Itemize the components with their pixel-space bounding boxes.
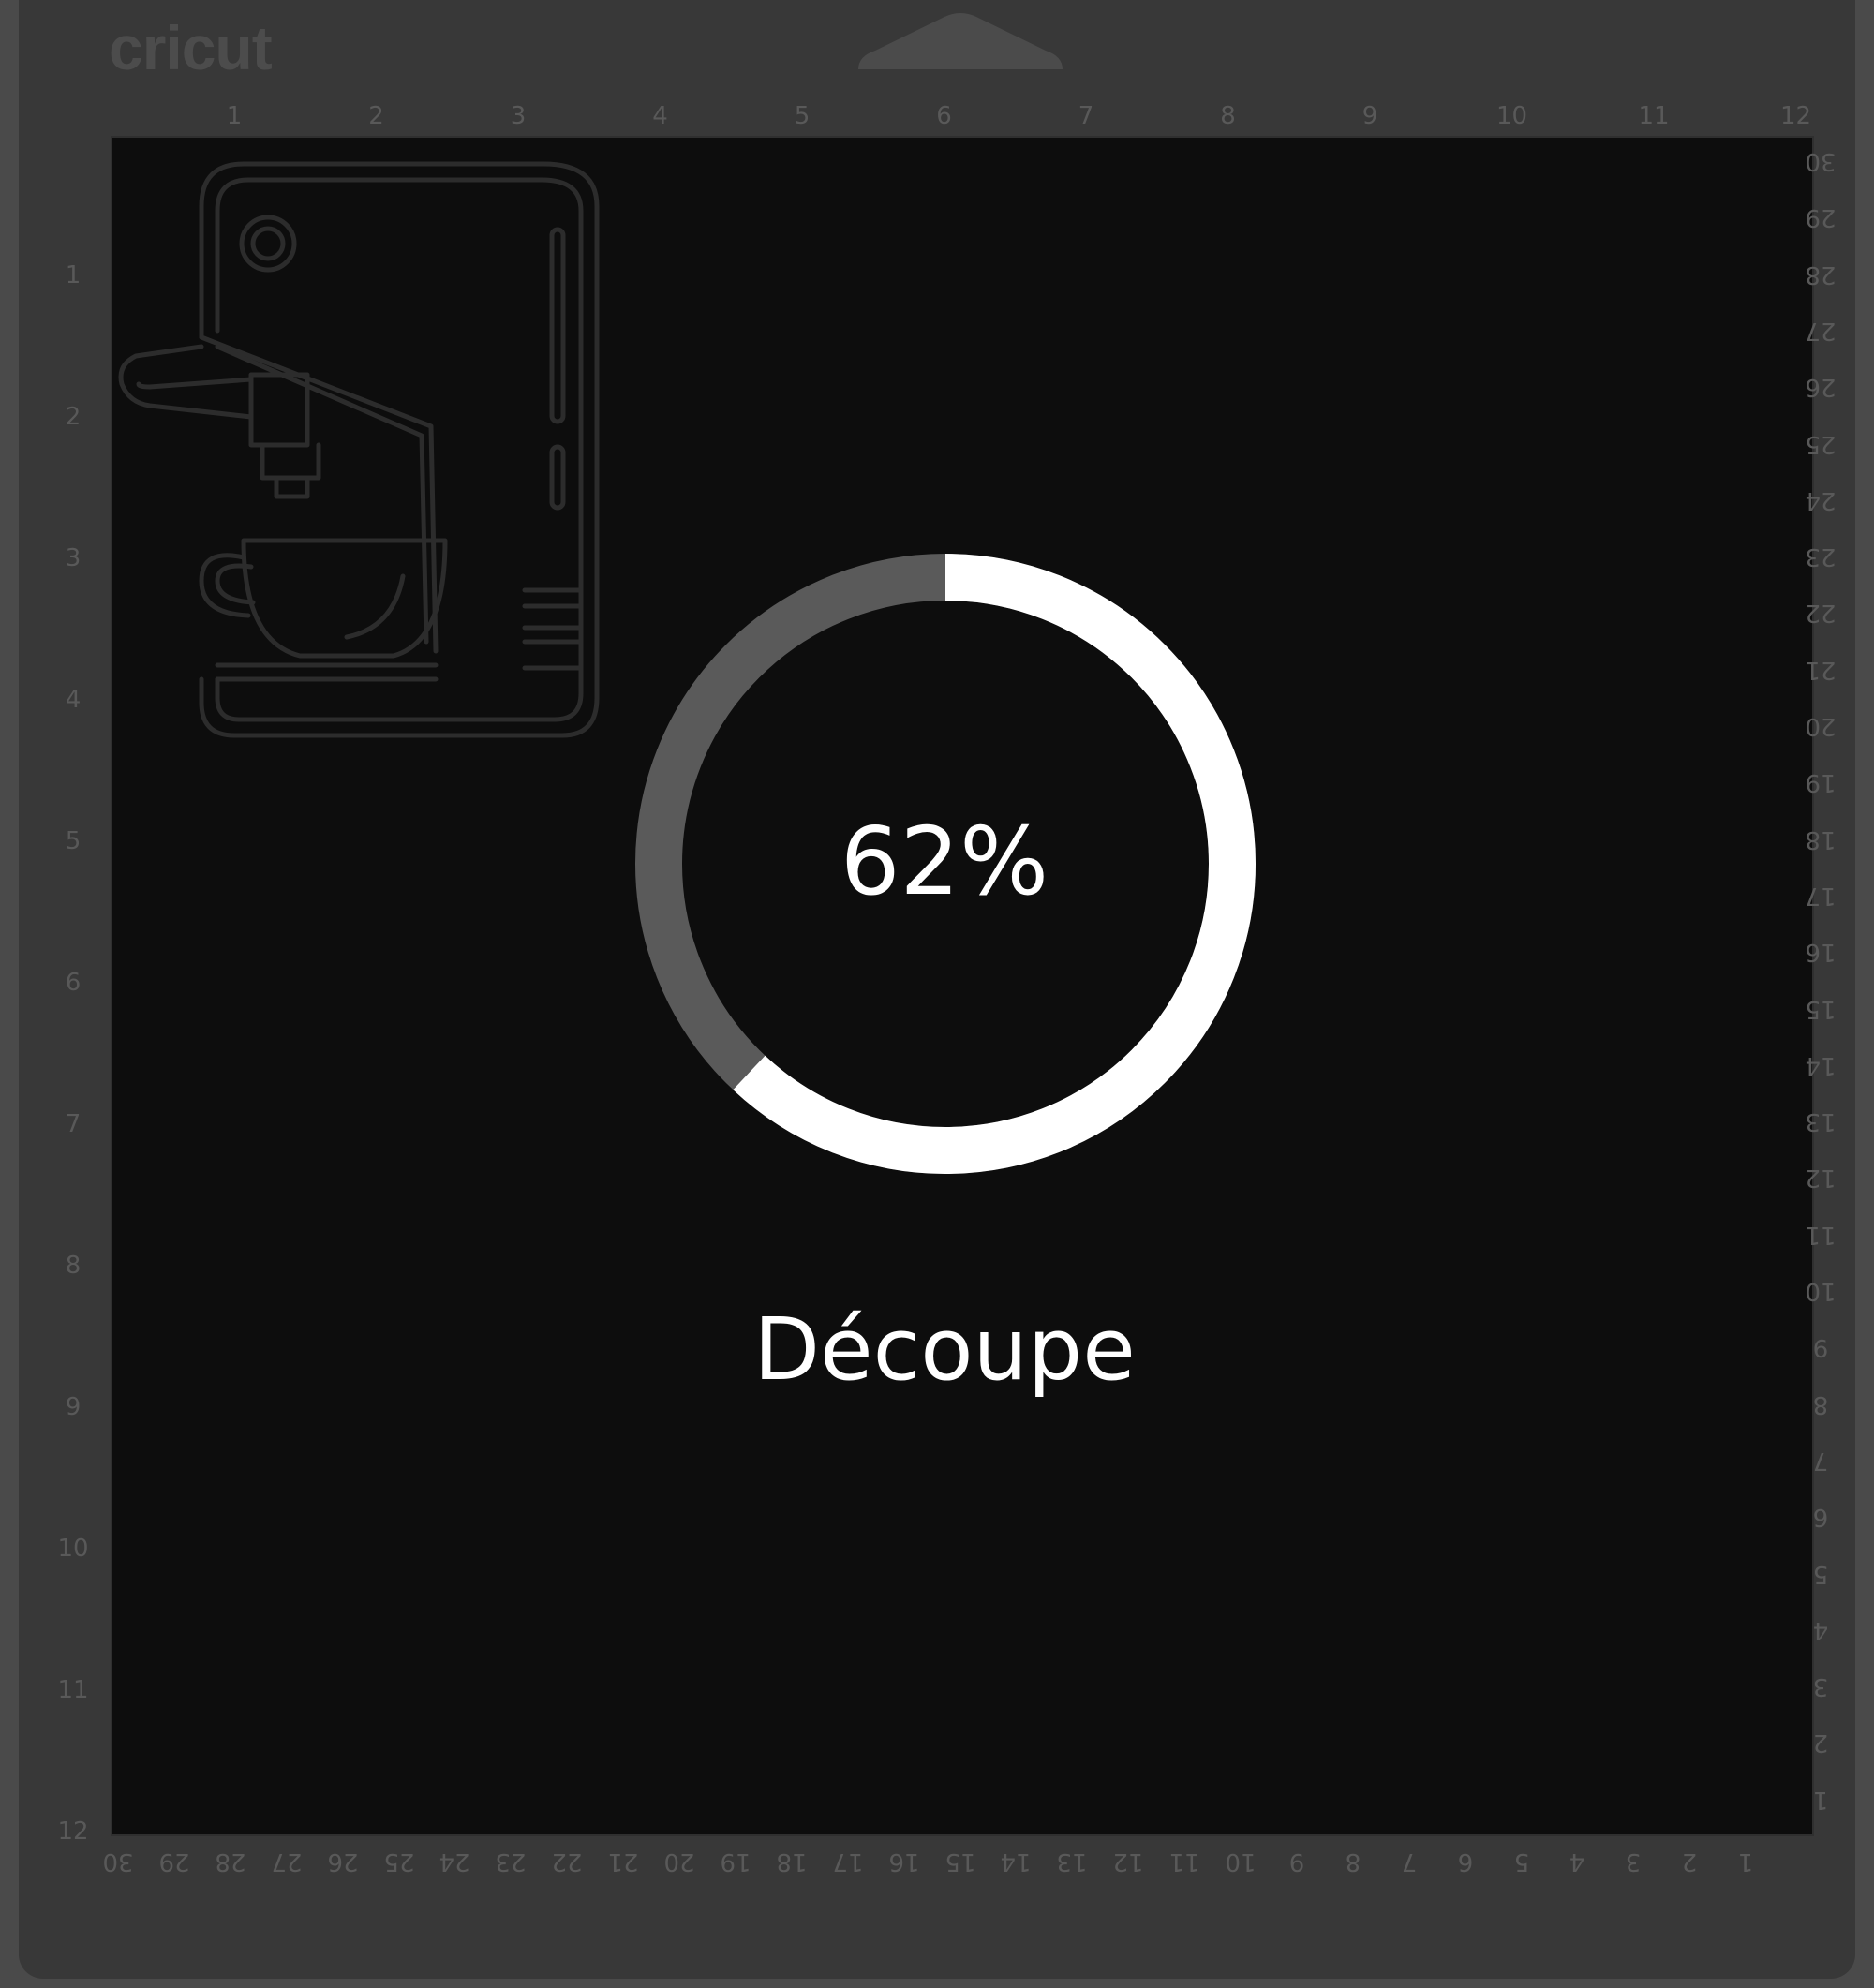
ruler-right-label: 18 bbox=[1805, 824, 1837, 853]
progress-percent: 62% bbox=[840, 807, 1049, 916]
ruler-bottom-label: 18 bbox=[776, 1847, 808, 1876]
ruler-bottom-label: 27 bbox=[271, 1847, 303, 1876]
status-label: Découpe bbox=[753, 1299, 1136, 1400]
ruler-bottom-label: 23 bbox=[495, 1847, 527, 1876]
ruler-right-label: 20 bbox=[1805, 712, 1837, 740]
ruler-left-label: 3 bbox=[65, 544, 82, 572]
ruler-top-label: 6 bbox=[936, 102, 952, 130]
ruler-right-label: 26 bbox=[1805, 373, 1837, 402]
ruler-bottom-label: 26 bbox=[327, 1847, 359, 1876]
ruler-bottom-label: 16 bbox=[888, 1847, 920, 1876]
ruler-right-label: 24 bbox=[1805, 485, 1837, 514]
ruler-left-label: 5 bbox=[65, 827, 82, 855]
ruler-right-label: 3 bbox=[1812, 1672, 1829, 1701]
ruler-bottom-label: 8 bbox=[1345, 1847, 1361, 1876]
ruler-bottom-label: 2 bbox=[1681, 1847, 1698, 1876]
ruler-bottom-label: 25 bbox=[382, 1847, 415, 1876]
ruler-right-label: 21 bbox=[1805, 655, 1837, 684]
ruler-right-label: 6 bbox=[1812, 1503, 1829, 1532]
ruler-left-label: 8 bbox=[65, 1252, 82, 1280]
ruler-right-label: 22 bbox=[1805, 599, 1837, 628]
ruler-left-label: 9 bbox=[65, 1393, 82, 1421]
ruler-bottom-label: 10 bbox=[1225, 1847, 1257, 1876]
ruler-bottom-label: 17 bbox=[832, 1847, 864, 1876]
ruler-left-label: 12 bbox=[57, 1817, 89, 1846]
ruler-bottom-label: 19 bbox=[720, 1847, 751, 1876]
ruler-top-label: 10 bbox=[1495, 102, 1528, 130]
ruler-right-label: 29 bbox=[1805, 203, 1837, 232]
ruler-right-label: 8 bbox=[1812, 1389, 1829, 1418]
ruler-left-label: 4 bbox=[65, 686, 82, 714]
cricut-logo: cricut bbox=[109, 13, 273, 82]
ruler-right-label: 4 bbox=[1812, 1615, 1829, 1644]
ruler-top-label: 9 bbox=[1361, 102, 1378, 130]
ruler-right-label: 19 bbox=[1805, 768, 1837, 797]
ruler-right-label: 11 bbox=[1805, 1220, 1837, 1249]
mat-hanger-tab bbox=[858, 13, 1063, 69]
ruler-bottom-label: 7 bbox=[1401, 1847, 1417, 1876]
ruler-right-label: 13 bbox=[1805, 1107, 1837, 1136]
ruler-bottom-label: 5 bbox=[1513, 1847, 1529, 1876]
ruler-right-label: 2 bbox=[1812, 1728, 1829, 1758]
ruler-bottom-label: 28 bbox=[215, 1847, 246, 1876]
ruler-right-label: 27 bbox=[1805, 316, 1837, 345]
ruler-left-label: 2 bbox=[65, 403, 82, 431]
ruler-bottom-label: 15 bbox=[944, 1847, 976, 1876]
ruler-top-label: 2 bbox=[368, 102, 384, 130]
ruler-bottom-label: 24 bbox=[439, 1847, 470, 1876]
ruler-right-label: 16 bbox=[1805, 938, 1837, 967]
ruler-top-label: 7 bbox=[1078, 102, 1094, 130]
ruler-top-label: 1 bbox=[226, 102, 243, 130]
ruler-bottom-label: 22 bbox=[551, 1847, 583, 1876]
ruler-right-label: 30 bbox=[1805, 147, 1837, 175]
ruler-top-label: 5 bbox=[794, 102, 811, 130]
ruler-bottom-label: 11 bbox=[1168, 1847, 1200, 1876]
ruler-top-label: 12 bbox=[1779, 102, 1812, 130]
ruler-top-label: 3 bbox=[510, 102, 527, 130]
ruler-bottom-label: 12 bbox=[1112, 1847, 1144, 1876]
espresso-machine-icon bbox=[118, 161, 600, 738]
ruler-right-label: 1 bbox=[1812, 1785, 1829, 1814]
ruler-right-label: 17 bbox=[1805, 881, 1837, 910]
ruler-bottom-label: 20 bbox=[663, 1847, 695, 1876]
ruler-bottom-label: 29 bbox=[158, 1847, 190, 1876]
ruler-right-label: 5 bbox=[1812, 1559, 1829, 1588]
ruler-left-label: 1 bbox=[65, 261, 82, 289]
ruler-left-label: 7 bbox=[65, 1110, 82, 1138]
ruler-right-label: 15 bbox=[1805, 994, 1837, 1023]
ruler-left-label: 6 bbox=[65, 969, 82, 997]
ruler-bottom-label: 3 bbox=[1626, 1847, 1642, 1876]
ruler-bottom-label: 21 bbox=[607, 1847, 639, 1876]
ruler-right-label: 28 bbox=[1805, 260, 1837, 289]
ruler-bottom-label: 1 bbox=[1737, 1847, 1754, 1876]
ruler-right-label: 25 bbox=[1805, 429, 1837, 458]
ruler-bottom-label: 9 bbox=[1288, 1847, 1305, 1876]
ruler-top-label: 4 bbox=[652, 102, 668, 130]
ruler-right-label: 9 bbox=[1812, 1333, 1829, 1362]
ruler-bottom-label: 14 bbox=[1000, 1847, 1032, 1876]
ruler-bottom-label: 13 bbox=[1056, 1847, 1088, 1876]
ruler-right-label: 7 bbox=[1812, 1446, 1829, 1475]
ruler-bottom-label: 6 bbox=[1457, 1847, 1473, 1876]
ruler-bottom-label: 4 bbox=[1569, 1847, 1585, 1876]
ruler-right-label: 14 bbox=[1805, 1050, 1837, 1079]
ruler-right-label: 12 bbox=[1805, 1164, 1837, 1193]
ruler-left-label: 10 bbox=[57, 1535, 89, 1563]
ruler-right-label: 23 bbox=[1805, 542, 1837, 571]
ruler-right-label: 10 bbox=[1805, 1277, 1837, 1305]
ruler-left-label: 11 bbox=[57, 1676, 89, 1704]
ruler-top-label: 11 bbox=[1638, 102, 1670, 130]
ruler-bottom-label: 30 bbox=[102, 1847, 134, 1876]
ruler-top-label: 8 bbox=[1220, 102, 1236, 130]
